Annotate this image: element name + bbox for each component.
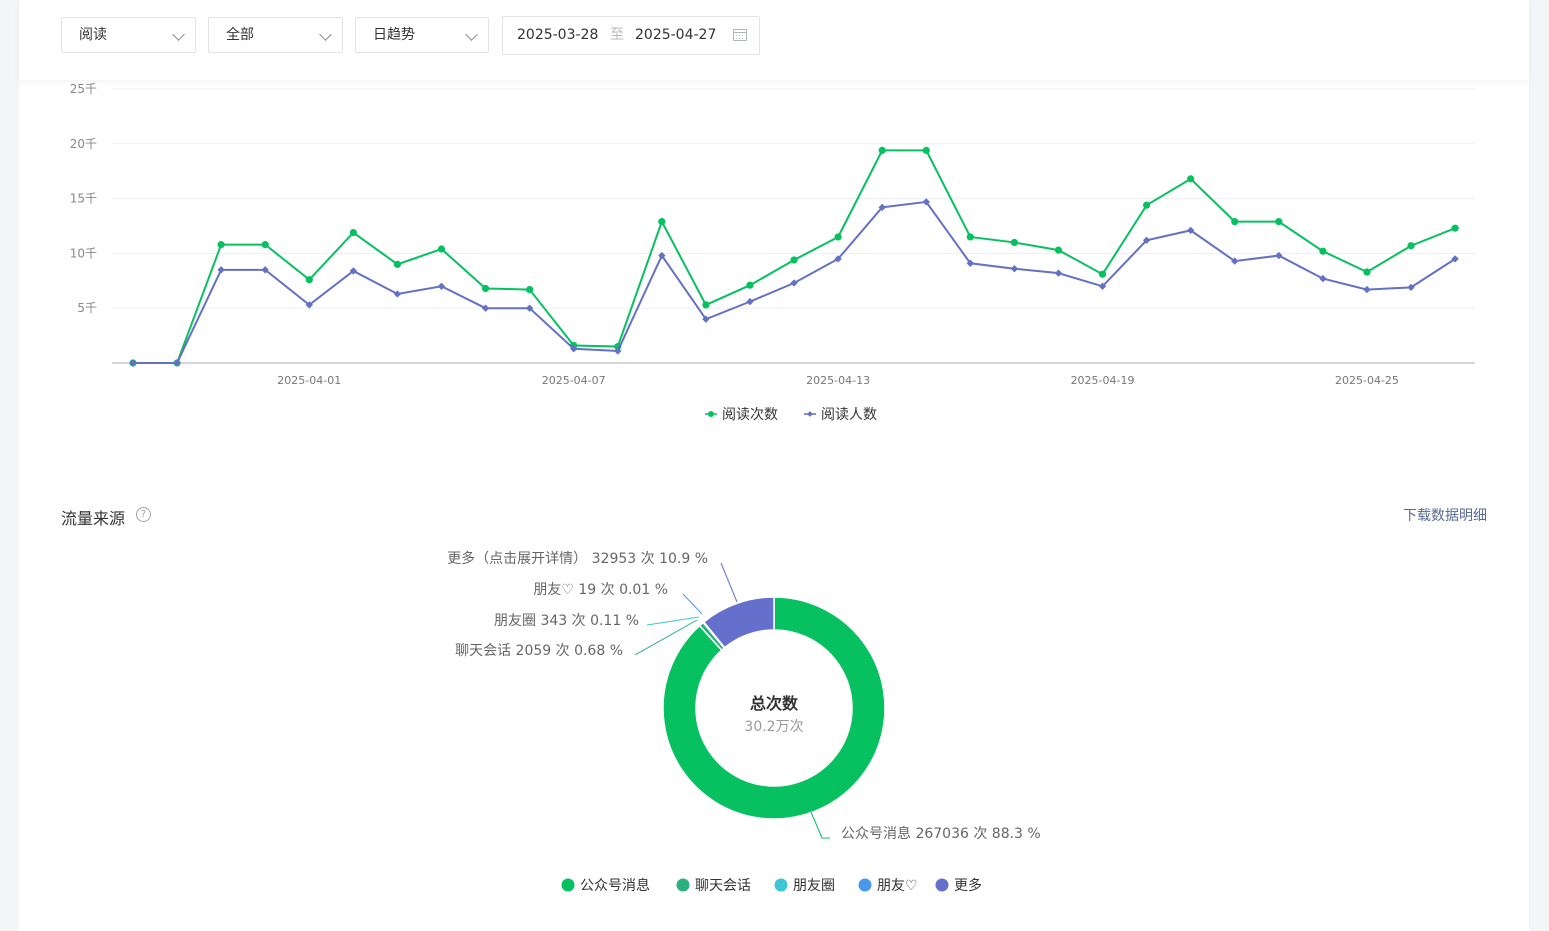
- data-point: [1451, 224, 1459, 232]
- label-leader-line: [682, 593, 703, 615]
- traffic-source-title: 流量来源: [61, 509, 126, 528]
- legend-label: 更多: [954, 877, 982, 894]
- help-icon[interactable]: ?: [136, 507, 151, 522]
- data-point: [966, 233, 974, 241]
- date-range-picker[interactable]: 2025-03-28 至 2025-04-27: [502, 16, 760, 55]
- scope-select[interactable]: 全部: [208, 17, 343, 53]
- data-point: [349, 228, 357, 237]
- label-leader-line: [720, 562, 738, 603]
- data-point: [1187, 175, 1195, 183]
- data-point: [1319, 247, 1327, 255]
- data-point: [834, 233, 842, 241]
- donut-slice: [702, 620, 726, 650]
- x-tick-label: 2025-04-19: [1071, 374, 1135, 387]
- data-point: [526, 285, 534, 294]
- slice-label: 朋友♡ 19 次 0.01 %: [533, 582, 668, 598]
- data-point: [305, 276, 313, 284]
- donut-slice: [702, 620, 726, 649]
- data-point: [746, 281, 754, 289]
- legend-label: 阅读人数: [821, 406, 877, 423]
- donut-slice: [698, 621, 726, 652]
- slice-label: 聊天会话 2059 次 0.68 %: [455, 643, 623, 659]
- chevron-down-icon: [465, 28, 478, 41]
- period-select[interactable]: 日趋势: [355, 17, 489, 53]
- x-tick-label: 2025-04-13: [806, 374, 870, 387]
- period-select-value: 日趋势: [373, 27, 415, 43]
- download-details-link[interactable]: 下载数据明细: [1403, 505, 1487, 525]
- data-point: [393, 260, 402, 268]
- data-point: [1143, 201, 1151, 209]
- data-point: [173, 359, 181, 367]
- date-separator: 至: [610, 27, 624, 43]
- slice-label: 更多（点击展开详情） 32953 次 10.9 %: [447, 550, 708, 567]
- data-point: [261, 241, 269, 249]
- data-point: [790, 256, 798, 264]
- data-point: [790, 279, 798, 287]
- legend-marker: [858, 878, 872, 892]
- y-tick-label: 25千: [70, 82, 97, 96]
- metric-select[interactable]: 阅读: [61, 17, 196, 53]
- data-point: [1319, 274, 1327, 283]
- label-leader-line: [646, 616, 700, 626]
- data-point: [1363, 285, 1371, 294]
- y-tick-label: 20千: [70, 137, 97, 151]
- legend-marker: [708, 411, 714, 417]
- data-point: [1010, 238, 1019, 247]
- data-point: [393, 290, 402, 298]
- slice-label: 朋友圈 343 次 0.11 %: [494, 613, 639, 629]
- data-point: [922, 146, 930, 154]
- content-card: 阅读 全部 日趋势 2025-03-28 至 2025-04-27 5千 10千 1…: [19, 0, 1529, 931]
- date-start[interactable]: 2025-03-28: [517, 17, 598, 54]
- data-point: [481, 304, 490, 312]
- scope-select-value: 全部: [226, 27, 254, 43]
- data-point: [1098, 270, 1107, 278]
- data-point: [437, 245, 446, 253]
- chevron-down-icon: [172, 28, 185, 41]
- legend-marker: [935, 878, 949, 892]
- y-tick-label: 10千: [70, 246, 97, 260]
- y-tick-label: 15千: [70, 192, 97, 206]
- data-point: [702, 301, 710, 309]
- legend-marker: [807, 411, 813, 417]
- legend-label: 聊天会话: [695, 878, 751, 894]
- metric-select-value: 阅读: [79, 27, 107, 43]
- legend-label: 阅读次数: [722, 406, 778, 423]
- data-point: [481, 284, 490, 293]
- x-tick-label: 2025-04-25: [1335, 374, 1399, 387]
- legend-label: 朋友圈: [793, 878, 835, 894]
- legend-label: 公众号消息: [580, 877, 650, 894]
- x-tick-label: 2025-04-07: [542, 374, 606, 387]
- data-point: [217, 241, 225, 249]
- data-point: [746, 297, 754, 306]
- legend-marker: [774, 878, 788, 892]
- data-point: [1010, 265, 1019, 273]
- data-point: [1054, 246, 1063, 254]
- data-point: [1407, 242, 1415, 250]
- data-point: [878, 146, 886, 154]
- data-point: [437, 282, 446, 290]
- chevron-down-icon: [319, 28, 332, 41]
- label-leader-line: [810, 811, 830, 839]
- data-point: [1231, 218, 1239, 226]
- legend-marker: [676, 878, 690, 892]
- date-end[interactable]: 2025-04-27: [635, 17, 716, 54]
- x-tick-label: 2025-04-01: [277, 374, 341, 387]
- donut-center-title: 总次数: [750, 694, 799, 713]
- data-point: [1054, 269, 1063, 277]
- data-point: [658, 218, 666, 226]
- legend-label: 朋友♡: [877, 878, 918, 894]
- label-leader-line: [634, 619, 698, 656]
- donut-slice: [662, 596, 886, 820]
- data-point: [129, 359, 137, 367]
- slice-label: 公众号消息 267036 次 88.3 %: [841, 825, 1041, 842]
- donut-center-value: 30.2万次: [744, 719, 803, 735]
- data-point: [217, 266, 225, 274]
- data-point: [1275, 218, 1283, 226]
- donut-slice: [702, 596, 775, 649]
- filter-toolbar: 阅读 全部 日趋势 2025-03-28 至 2025-04-27: [19, 0, 1529, 80]
- y-tick-label: 5千: [77, 301, 97, 315]
- data-point: [1363, 268, 1371, 276]
- calendar-icon[interactable]: [733, 29, 747, 41]
- legend-marker: [561, 878, 575, 892]
